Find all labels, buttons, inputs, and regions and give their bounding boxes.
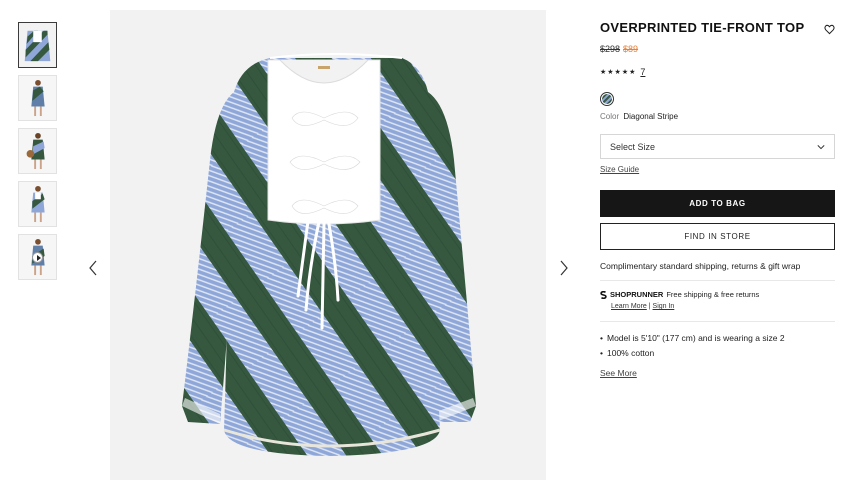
- thumbnail-model-back[interactable]: [18, 128, 57, 174]
- detail-item: 100% cotton: [600, 348, 835, 358]
- shoprunner-block: SHOPRUNNER Free shipping & free returns …: [600, 290, 835, 322]
- chevron-left-icon: [89, 260, 97, 276]
- product-details: Model is 5'10" (177 cm) and is wearing a…: [600, 333, 835, 358]
- thumbnail-model-side[interactable]: [18, 181, 57, 227]
- color-value: Diagonal Stripe: [623, 112, 679, 121]
- shipping-info: Complimentary standard shipping, returns…: [600, 261, 835, 281]
- thumbnail-model-back-image: [19, 129, 56, 173]
- shoprunner-line: SHOPRUNNER Free shipping & free returns: [600, 290, 835, 299]
- shoprunner-links: Learn More | Sign In: [611, 303, 835, 310]
- original-price: $298: [600, 44, 621, 54]
- main-product-image: [110, 10, 546, 480]
- price-block: $298 $89: [600, 44, 835, 54]
- size-select[interactable]: Select Size: [600, 134, 835, 159]
- thumbnail-list: [18, 22, 58, 287]
- swatch-pattern: [602, 94, 612, 104]
- see-more-link[interactable]: See More: [600, 368, 637, 378]
- color-swatch[interactable]: [600, 92, 614, 106]
- size-select-value: Select Size: [610, 142, 656, 152]
- thumbnail-model-side-image: [19, 182, 56, 226]
- review-count-link[interactable]: 7: [640, 67, 645, 77]
- product-info-panel: OVERPRINTED TIE-FRONT TOP $298 $89 ★★★★★ …: [600, 20, 835, 381]
- add-to-bag-button[interactable]: ADD TO BAG: [600, 190, 835, 217]
- product-garment-illustration: [182, 53, 476, 456]
- heart-icon: [824, 24, 835, 35]
- link-separator: |: [648, 303, 651, 310]
- rating: ★★★★★ 7: [600, 67, 835, 77]
- rating-stars: ★★★★★: [600, 69, 637, 76]
- sale-price: $89: [623, 44, 639, 54]
- thumbnail-model-front-image: [19, 76, 56, 120]
- title-row: OVERPRINTED TIE-FRONT TOP: [600, 20, 835, 40]
- play-icon: [31, 252, 43, 263]
- shoprunner-icon: [600, 290, 607, 299]
- chevron-down-icon: [817, 145, 825, 150]
- thumbnail-front-image: [19, 23, 56, 67]
- learn-more-link[interactable]: Learn More: [611, 303, 647, 310]
- thumbnail-video[interactable]: [18, 234, 57, 280]
- chevron-right-icon: [560, 260, 568, 276]
- color-label: Color: [600, 112, 620, 121]
- find-in-store-button[interactable]: FIND IN STORE: [600, 223, 835, 250]
- size-guide-link[interactable]: Size Guide: [600, 165, 639, 174]
- prev-image-button[interactable]: [86, 259, 100, 277]
- shoprunner-text: Free shipping & free returns: [666, 290, 760, 299]
- detail-item: Model is 5'10" (177 cm) and is wearing a…: [600, 333, 835, 343]
- color-selection: Color Diagonal Stripe: [600, 112, 835, 121]
- next-image-button[interactable]: [557, 259, 571, 277]
- thumbnail-front[interactable]: [18, 22, 57, 68]
- sign-in-link[interactable]: Sign In: [653, 303, 675, 310]
- thumbnail-model-front[interactable]: [18, 75, 57, 121]
- product-title: OVERPRINTED TIE-FRONT TOP: [600, 20, 805, 35]
- shoprunner-logo: SHOPRUNNER: [610, 290, 664, 299]
- wishlist-button[interactable]: [824, 22, 835, 35]
